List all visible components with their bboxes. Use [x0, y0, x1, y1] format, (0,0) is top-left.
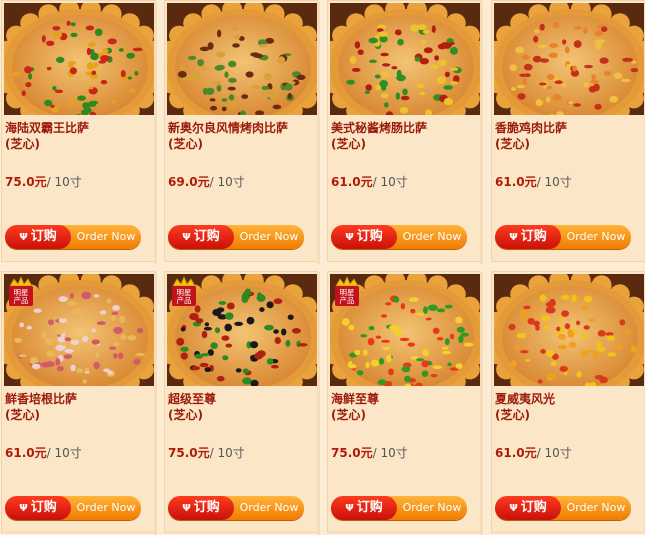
- product-price: 61.0元/ 10寸: [5, 446, 82, 460]
- product-name[interactable]: 夏威夷风光 (芝心): [495, 391, 643, 423]
- product-name[interactable]: 海鲜至尊 (芝心): [331, 391, 479, 423]
- order-now-button[interactable]: Ψ 订购 Order Now: [168, 225, 304, 249]
- badge-line2: 产品: [177, 295, 192, 305]
- order-now-button[interactable]: Ψ 订购 Order Now: [5, 496, 141, 520]
- pizza-image[interactable]: [330, 3, 480, 115]
- pizza-image[interactable]: [494, 3, 644, 115]
- product-price: 61.0元/ 10寸: [331, 175, 408, 189]
- product-price: 75.0元/ 10寸: [331, 446, 408, 460]
- fork-knife-icon: Ψ: [19, 503, 28, 514]
- fork-knife-icon: Ψ: [182, 232, 191, 243]
- pizza-image[interactable]: [167, 3, 317, 115]
- fork-knife-icon: Ψ: [182, 503, 191, 514]
- order-now-button[interactable]: Ψ 订购 Order Now: [495, 496, 631, 520]
- fork-knife-icon: Ψ: [345, 503, 354, 514]
- star-product-badge-icon: 明星 产品: [334, 275, 360, 308]
- order-now-button[interactable]: Ψ 订购 Order Now: [331, 496, 467, 520]
- star-product-badge-icon: 明星 产品: [171, 275, 197, 308]
- pizza-image[interactable]: [4, 3, 154, 115]
- order-now-button[interactable]: Ψ 订购 Order Now: [495, 225, 631, 249]
- product-price: 61.0元/ 10寸: [495, 175, 572, 189]
- fork-knife-icon: Ψ: [19, 232, 28, 243]
- badge-line2: 产品: [14, 295, 29, 305]
- order-now-button[interactable]: Ψ 订购 Order Now: [168, 496, 304, 520]
- product-card: 明星 产品 鲜香培根比萨 (芝心) 61.0元/ 10寸 Ψ 订购 Order N…: [1, 271, 157, 535]
- product-card: 明星 产品 海鲜至尊 (芝心) 75.0元/ 10寸 Ψ 订购 Order Now: [327, 271, 483, 535]
- product-name[interactable]: 香脆鸡肉比萨 (芝心): [495, 120, 643, 152]
- badge-line2: 产品: [340, 295, 355, 305]
- order-now-button[interactable]: Ψ 订购 Order Now: [331, 225, 467, 249]
- fork-knife-icon: Ψ: [509, 503, 518, 514]
- product-card: 香脆鸡肉比萨 (芝心) 61.0元/ 10寸 Ψ 订购 Order Now: [491, 0, 645, 264]
- product-price: 75.0元/ 10寸: [168, 446, 245, 460]
- fork-knife-icon: Ψ: [345, 232, 354, 243]
- product-card: 新奥尔良风情烤肉比萨 (芝心) 69.0元/ 10寸 Ψ 订购 Order Now: [164, 0, 320, 264]
- product-card: 海陆双霸王比萨 (芝心) 75.0元/ 10寸 Ψ 订购 Order Now: [1, 0, 157, 264]
- product-price: 61.0元/ 10寸: [495, 446, 572, 460]
- pizza-grid: 海陆双霸王比萨 (芝心) 75.0元/ 10寸 Ψ 订购 Order Now 新奥…: [0, 0, 645, 535]
- product-name[interactable]: 新奥尔良风情烤肉比萨 (芝心): [168, 120, 316, 152]
- product-card: 夏威夷风光 (芝心) 61.0元/ 10寸 Ψ 订购 Order Now: [491, 271, 645, 535]
- product-name[interactable]: 鲜香培根比萨 (芝心): [5, 391, 153, 423]
- star-product-badge-icon: 明星 产品: [8, 275, 34, 308]
- product-price: 69.0元/ 10寸: [168, 175, 245, 189]
- product-name[interactable]: 海陆双霸王比萨 (芝心): [5, 120, 153, 152]
- product-name[interactable]: 超级至尊 (芝心): [168, 391, 316, 423]
- product-price: 75.0元/ 10寸: [5, 175, 82, 189]
- order-now-button[interactable]: Ψ 订购 Order Now: [5, 225, 141, 249]
- product-card: 美式秘酱烤肠比萨 (芝心) 61.0元/ 10寸 Ψ 订购 Order Now: [327, 0, 483, 264]
- fork-knife-icon: Ψ: [509, 232, 518, 243]
- product-card: 明星 产品 超级至尊 (芝心) 75.0元/ 10寸 Ψ 订购 Order Now: [164, 271, 320, 535]
- pizza-image[interactable]: [494, 274, 644, 386]
- product-name[interactable]: 美式秘酱烤肠比萨 (芝心): [331, 120, 479, 152]
